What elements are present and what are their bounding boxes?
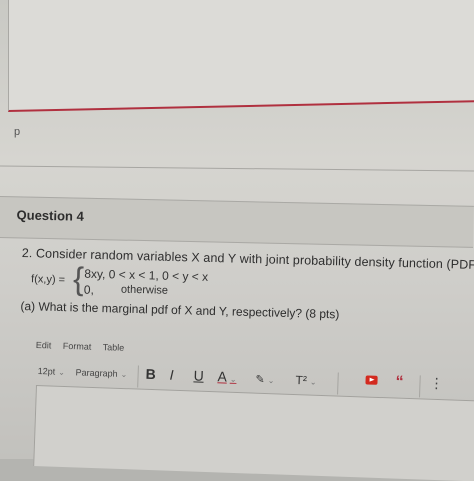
- pdf-case-1: 8xy, 0 < x < 1, 0 < y < x: [84, 266, 209, 284]
- italic-button[interactable]: I: [169, 367, 173, 383]
- chevron-down-icon: ⌄: [58, 367, 66, 377]
- quiz-page: p Question 4 2. Consider random variable…: [0, 0, 474, 481]
- block-format-value: Paragraph: [75, 367, 118, 379]
- pdf-lhs: f(x,y) =: [30, 273, 66, 287]
- more-vertical-icon[interactable]: ⋮: [429, 375, 444, 392]
- question-title: Question 4: [16, 207, 84, 224]
- highlight-button[interactable]: ✎ ⌄: [255, 373, 274, 387]
- pdf-case-2-condition: otherwise: [120, 283, 169, 297]
- toolbar-divider: [337, 372, 339, 395]
- font-size-value: 12pt: [37, 365, 56, 377]
- pdf-case-2-value: 0,: [83, 282, 95, 297]
- underline-button[interactable]: U: [193, 367, 204, 383]
- quote-icon[interactable]: “: [395, 373, 404, 391]
- youtube-icon[interactable]: [365, 375, 378, 385]
- font-size-select[interactable]: 12pt ⌄: [38, 366, 66, 377]
- question-header: Question 4: [0, 196, 474, 248]
- font-color-label: A: [217, 368, 228, 385]
- superscript-label: T²: [295, 373, 308, 388]
- chevron-down-icon: ⌄: [229, 374, 237, 384]
- left-brace-icon: {: [72, 260, 85, 297]
- superscript-button[interactable]: T² ⌄: [295, 373, 317, 388]
- menu-edit[interactable]: Edit: [36, 340, 52, 350]
- editor-path-label: p: [14, 126, 21, 138]
- menu-format[interactable]: Format: [63, 341, 92, 352]
- editor-menubar: Edit Format Table: [36, 340, 134, 353]
- chevron-down-icon: ⌄: [267, 376, 275, 386]
- chevron-down-icon: ⌄: [120, 369, 128, 380]
- question-separator: [0, 165, 474, 172]
- pen-icon: ✎: [255, 373, 265, 386]
- block-format-select[interactable]: Paragraph ⌄: [75, 367, 127, 379]
- font-color-button[interactable]: A ⌄: [217, 368, 237, 385]
- chevron-down-icon: ⌄: [309, 377, 317, 387]
- question-body: 2. Consider random variables X and Y wit…: [20, 246, 474, 325]
- toolbar-divider: [137, 365, 139, 388]
- bold-button[interactable]: B: [145, 366, 156, 382]
- menu-table[interactable]: Table: [103, 342, 125, 353]
- previous-answer-editor[interactable]: [8, 0, 474, 113]
- toolbar-divider: [418, 375, 421, 398]
- answer-editor[interactable]: [33, 385, 474, 481]
